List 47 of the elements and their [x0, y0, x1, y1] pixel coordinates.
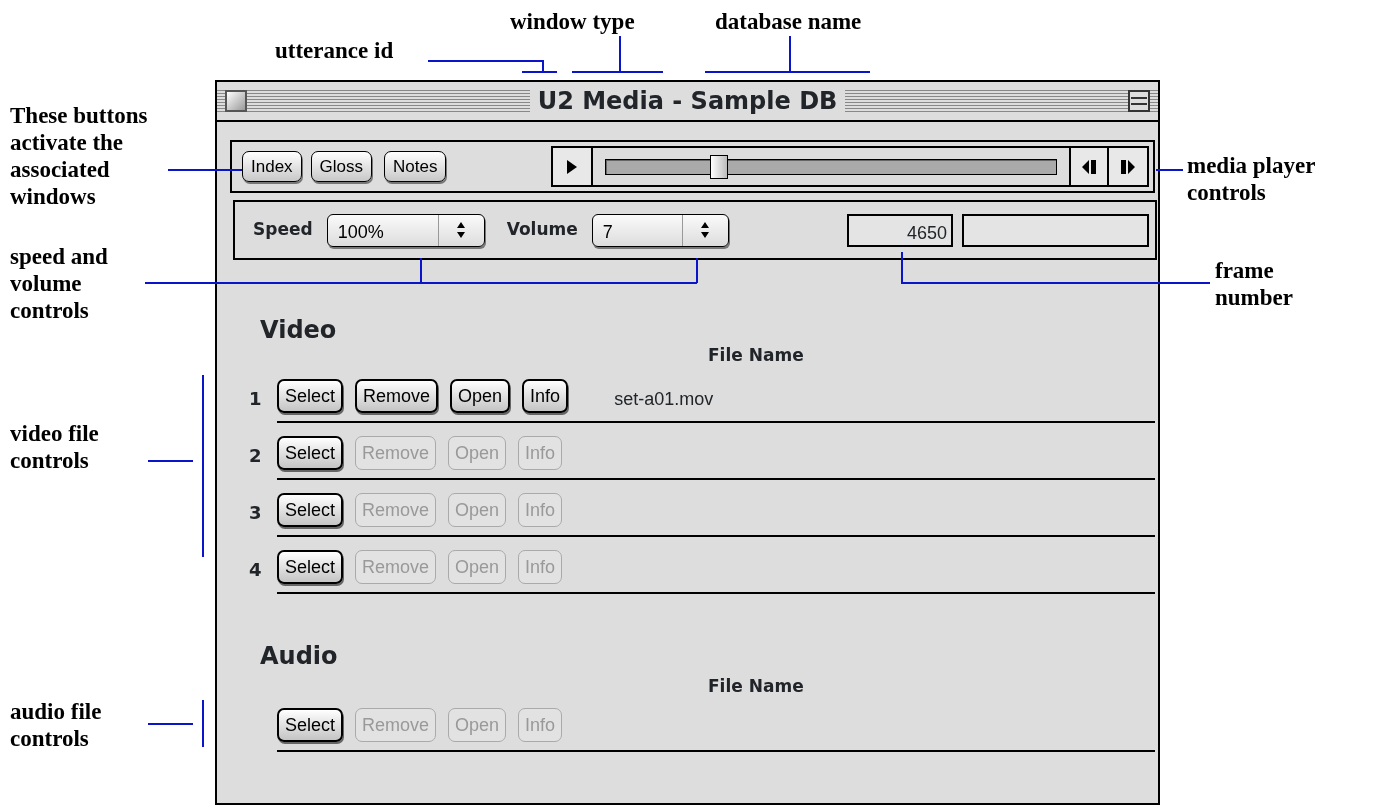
close-box-icon[interactable] [225, 90, 247, 112]
file-button[interactable]: Select [277, 436, 344, 470]
play-button[interactable] [553, 148, 591, 185]
step-forward-icon [1120, 158, 1136, 175]
annotation: media player controls [1187, 152, 1316, 206]
annotation: frame number [1215, 257, 1294, 311]
volume-dropdown[interactable]: 7 [591, 213, 729, 247]
file-button[interactable]: Info [522, 379, 569, 413]
section-heading: Audio [260, 641, 339, 671]
row-number: 4 [249, 558, 263, 582]
collapse-box-icon[interactable] [1128, 90, 1150, 112]
annotation: These buttons activate the associated windows [10, 102, 149, 210]
annotation: utterance id [275, 37, 394, 64]
file-button[interactable]: Select [277, 550, 344, 584]
leader-line [1155, 169, 1184, 171]
annotation: video file controls [10, 420, 100, 474]
up-down-arrows-icon [700, 221, 711, 239]
play-icon [566, 158, 578, 175]
window-button[interactable]: Notes [384, 151, 447, 182]
column-header: File Name [708, 345, 805, 365]
annotation: window type [510, 8, 635, 35]
file-button[interactable]: Open [450, 379, 511, 413]
field-label: Volume [506, 218, 578, 242]
row-number: 2 [249, 444, 263, 468]
file-button[interactable]: Select [277, 708, 344, 742]
file-button[interactable]: Select [277, 379, 344, 413]
speed-dropdown[interactable]: 100% [326, 213, 485, 247]
field-label: Speed [253, 218, 313, 242]
slider-thumb[interactable] [709, 154, 728, 179]
window-button[interactable]: Gloss [310, 151, 373, 182]
up-down-arrows-icon [456, 221, 467, 239]
leader-line [147, 699, 204, 748]
row-number: 1 [249, 387, 263, 411]
step-back-button[interactable] [1071, 148, 1109, 185]
row-number: 3 [249, 501, 263, 525]
annotation: audio file controls [10, 698, 103, 752]
file-button[interactable]: Select [277, 493, 344, 527]
frame-number-field: 4650 [847, 213, 953, 247]
file-name: set-a01.mov [614, 388, 714, 411]
annotation: database name [715, 8, 862, 35]
step-back-icon [1081, 158, 1097, 175]
column-header: File Name [708, 676, 805, 696]
section-heading: Video [260, 315, 338, 345]
window-button[interactable]: Index [242, 151, 302, 182]
annotation: speed and volume controls [10, 243, 109, 324]
step-forward-button[interactable] [1109, 148, 1147, 185]
file-button[interactable]: Remove [355, 379, 439, 413]
